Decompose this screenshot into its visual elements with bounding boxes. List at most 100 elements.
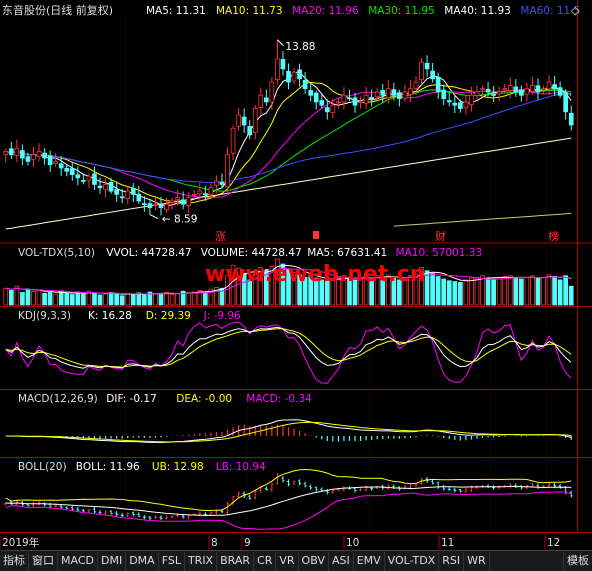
tab-11[interactable]: ASI [329, 552, 354, 570]
volume-panel: VOL-TDX(5,10) VVOL: 44728.47 VOLUME: 44728… [3, 247, 574, 306]
candle-body [419, 61, 424, 80]
tab-9[interactable]: VR [276, 552, 299, 570]
price-ma-label-2: MA20: 11.96 [292, 5, 359, 17]
candle-body [42, 152, 47, 159]
high-price-label: 13.88 [285, 41, 315, 53]
boll-label-2: UB: 12.98 [152, 461, 204, 473]
tab-5[interactable]: FSL [159, 552, 185, 570]
tab-1[interactable]: 窗口 [29, 552, 58, 570]
event-marker-3: 榜 [548, 229, 559, 243]
volume-bar [435, 276, 441, 306]
tab-16[interactable]: 模板 [563, 552, 592, 570]
candle-body [413, 81, 419, 89]
candle-body [557, 87, 563, 96]
volume-bar [175, 293, 180, 306]
candle-body [214, 180, 219, 186]
candle-body [452, 102, 458, 106]
candle-body [175, 197, 180, 200]
volume-bar [524, 276, 530, 306]
candle-body [14, 147, 20, 156]
price-ma-label-3: MA30: 11.95 [368, 5, 435, 17]
candle-body [97, 185, 103, 189]
vol-label-2: VOLUME: 44728.47 [201, 247, 302, 259]
candle-body [275, 58, 280, 80]
candle-body [136, 193, 142, 202]
volume-bar [557, 279, 563, 306]
volume-bar [491, 278, 496, 306]
candle-body [286, 70, 291, 83]
candle-body [385, 88, 391, 98]
volume-bar [97, 294, 103, 306]
tab-4[interactable]: DMA [126, 552, 159, 570]
time-axis: 2019年 8 9 10 11 12 [0, 535, 560, 549]
volume-bar [469, 277, 474, 306]
volume-bar [42, 292, 47, 306]
indicator-tab-bar: 指标 窗口 MACD DMI DMA FSL TRIX BRAR CR VR OBV ASI EMV VO… [0, 550, 592, 571]
volume-bar [69, 294, 75, 306]
candle-body [374, 91, 380, 98]
volume-bar [463, 279, 469, 306]
price-ma-label-0: MA5: 11.31 [146, 5, 206, 17]
candle-body [474, 91, 480, 96]
volume-bar [546, 274, 552, 306]
volume-bar [446, 280, 452, 306]
candle-body [236, 114, 241, 127]
volume-bar [119, 295, 125, 306]
candle-body [430, 70, 435, 80]
candle-body [258, 94, 264, 109]
time-axis-label-2: 9 [244, 537, 251, 549]
tab-2[interactable]: MACD [58, 552, 98, 570]
candle-body [358, 101, 363, 104]
high-pointer [277, 39, 284, 47]
stock-chart[interactable]: 13.88 ← 8.59 涨 财 榜 东音股份(日线 前复权) MA5: 11.31 MA10… [0, 0, 592, 570]
tab-10[interactable]: OBV [299, 552, 329, 570]
tab-7[interactable]: BRAR [217, 552, 255, 570]
volume-bar [518, 278, 524, 306]
boll-label-1: BOLL: 11.96 [76, 461, 140, 473]
volume-bar [114, 292, 119, 306]
volume-bar [535, 277, 541, 306]
candle-body [191, 193, 197, 196]
candle-body [219, 181, 225, 185]
time-axis-label-4: 11 [441, 537, 454, 549]
tab-15[interactable]: WR [464, 552, 490, 570]
candle-body [208, 187, 214, 195]
macd-label-3: MACD: -0.34 [246, 393, 312, 405]
candle-body [125, 190, 131, 199]
candle-body [424, 62, 430, 70]
tab-12[interactable]: EMV [354, 552, 385, 570]
macd-panel: MACD(12,26,9) DIF: -0.17 DEA: -0.00 MACD: -… [5, 393, 572, 444]
time-axis-label-5: 12 [547, 537, 560, 549]
boll-ub-line [5, 468, 572, 511]
candle-body [169, 200, 175, 203]
candle-body [53, 160, 59, 164]
candle-body [324, 107, 330, 113]
kdj-panel: KDJ(9,3,3) K: 16.28 D: 29.39 J: -9.96 [5, 310, 572, 384]
candle-body [92, 173, 97, 185]
candle-body [225, 154, 230, 188]
candle-body [164, 203, 169, 211]
tab-6[interactable]: TRIX [185, 552, 218, 570]
volume-bar [507, 275, 513, 306]
candle-body [31, 154, 36, 160]
kdj-d-line [5, 328, 572, 368]
volume-bar [452, 281, 458, 306]
tab-14[interactable]: RSI [439, 552, 465, 570]
volume-bar [552, 276, 557, 306]
volume-bar [541, 276, 546, 306]
tab-0[interactable]: 指标 [0, 552, 29, 570]
candle-body [480, 88, 485, 91]
tab-3[interactable]: DMI [98, 552, 127, 570]
vol-label-1: VVOL: 44728.47 [106, 247, 191, 259]
vol-label-3: MA5: 67631.41 [307, 247, 387, 259]
tab-8[interactable]: CR [254, 552, 277, 570]
volume-bar [513, 277, 519, 306]
candle-body [513, 86, 519, 93]
candle-body [507, 84, 513, 91]
candle-body [402, 91, 408, 99]
candle-body [20, 150, 25, 159]
volume-bar [142, 294, 147, 306]
candle-body [347, 97, 352, 100]
tab-13[interactable]: VOL-TDX [385, 552, 440, 570]
macd-label-0: MACD(12,26,9) [18, 393, 98, 405]
